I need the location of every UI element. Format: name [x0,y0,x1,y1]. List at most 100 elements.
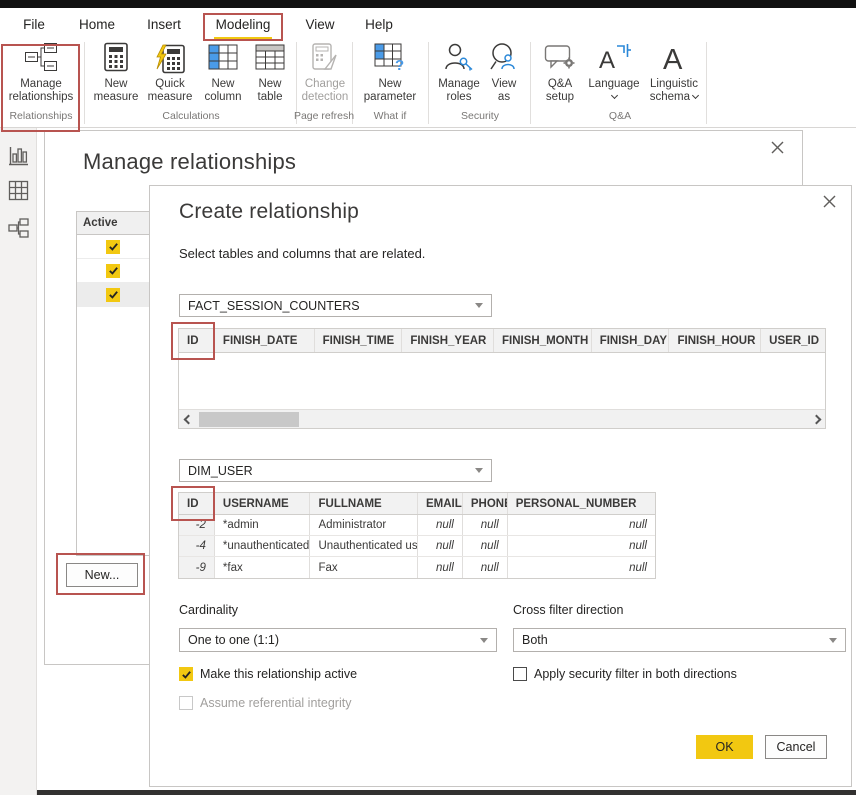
apply-security-filter-checkbox[interactable]: Apply security filter in both directions [513,667,737,681]
checkbox-unchecked-icon[interactable] [513,667,527,681]
cardinality-value: One to one (1:1) [188,633,279,647]
make-relationship-active-checkbox[interactable]: Make this relationship active [179,667,357,681]
cell-id: -4 [179,536,215,556]
tab-insert[interactable]: Insert [138,12,190,37]
quick-measure-icon [154,44,186,74]
cell-fullname: Fax [310,557,418,578]
data-view-icon[interactable] [8,180,29,201]
tab-file[interactable]: File [12,12,56,37]
scrollbar-track[interactable] [197,410,807,429]
cell-id: -2 [179,515,215,535]
chevron-down-icon [610,92,617,99]
new-parameter-icon: ? [374,43,406,76]
language-button[interactable]: A Language [586,40,642,114]
active-checkbox[interactable] [106,264,120,278]
cell-username: *unauthenticated [215,536,311,556]
cell-email: null [418,536,463,556]
column-header[interactable]: USERNAME [215,493,311,514]
table-row[interactable]: -9 *fax Fax null null null [179,557,655,578]
close-icon[interactable] [770,140,786,156]
scroll-left-icon[interactable] [179,410,197,429]
column-header[interactable]: FINISH_MONTH [494,329,592,352]
qa-setup-button[interactable]: Q&A setup [537,40,583,114]
chevron-down-icon [692,92,699,99]
column-header[interactable]: ID [179,329,215,352]
cell-id: -9 [179,557,215,578]
active-checkbox[interactable] [106,288,120,302]
report-view-icon[interactable] [8,146,29,167]
new-relationship-button[interactable]: New... [66,563,138,587]
cardinality-dropdown[interactable]: One to one (1:1) [179,628,497,652]
group-label-relationships: Relationships [2,110,80,124]
tab-view[interactable]: View [297,12,343,37]
manage-relationships-label: Manage relationships [2,78,80,104]
create-dialog-title: Create relationship [179,200,359,224]
column-header[interactable]: FINISH_TIME [315,329,403,352]
manage-relationships-button[interactable]: Manage relationships [2,40,80,114]
column-header[interactable]: FINISH_HOUR [669,329,761,352]
group-label-calculations: Calculations [90,110,292,124]
active-checkbox[interactable] [106,240,120,254]
group-label-security: Security [434,110,526,124]
column-header[interactable]: FINISH_DAY [592,329,670,352]
new-table-button[interactable]: New table [249,40,291,114]
column-header[interactable]: FINISH_YEAR [402,329,494,352]
manage-dialog-title: Manage relationships [83,149,296,175]
fact-table-header-row: ID FINISH_DATE FINISH_TIME FINISH_YEAR F… [179,329,825,353]
tab-home[interactable]: Home [72,12,122,37]
relationship-row[interactable] [77,259,149,283]
cross-filter-label: Cross filter direction [513,603,623,617]
checkbox-checked-icon[interactable] [179,667,193,681]
dim-table-dropdown-value: DIM_USER [188,464,253,478]
table-row[interactable]: -2 *admin Administrator null null null [179,515,655,536]
checkbox-disabled-icon [179,696,193,710]
manage-roles-button[interactable]: Manage roles [434,40,484,114]
new-measure-button[interactable]: New measure [90,40,142,114]
model-view-icon[interactable] [8,218,29,239]
window-titlebar [0,0,856,8]
new-column-button[interactable]: New column [198,40,248,114]
tab-help[interactable]: Help [357,12,401,37]
powerbi-window: File Home Insert Modeling View Help [0,0,856,795]
column-header[interactable]: PERSONAL_NUMBER [508,493,655,514]
cell-phone: null [463,536,508,556]
language-label: Language [586,78,642,104]
linguistic-schema-button[interactable]: A Linguistic schema [643,40,705,114]
cell-username: *admin [215,515,311,535]
column-header[interactable]: FINISH_DATE [215,329,315,352]
column-header[interactable]: FULLNAME [310,493,418,514]
tab-modeling[interactable]: Modeling [206,12,280,37]
scroll-right-icon[interactable] [807,410,825,429]
linguistic-schema-label: Linguistic schema [643,78,705,104]
column-header[interactable]: EMAIL [418,493,463,514]
qa-setup-icon [544,43,576,76]
cell-email: null [418,557,463,578]
cancel-button[interactable]: Cancel [765,735,827,759]
new-parameter-button[interactable]: ? New parameter [358,40,422,114]
column-header[interactable]: USER_ID [761,329,825,352]
fact-table-scrollbar[interactable] [179,409,825,428]
relationships-icon [23,42,59,77]
create-dialog-subtitle: Select tables and columns that are relat… [179,246,425,261]
cell-phone: null [463,515,508,535]
column-header[interactable]: ID [179,493,215,514]
group-label-what-if: What if [358,110,422,124]
relationship-row-selected[interactable] [77,283,149,307]
cross-filter-dropdown[interactable]: Both [513,628,846,652]
relationship-row[interactable] [77,235,149,259]
status-bar [37,790,856,795]
close-icon[interactable] [822,194,838,210]
fact-table-dropdown[interactable]: FACT_SESSION_COUNTERS [179,294,492,317]
column-header[interactable]: PHONE [463,493,508,514]
view-as-button[interactable]: View as [485,40,523,114]
dim-table-dropdown[interactable]: DIM_USER [179,459,492,482]
ribbon: File Home Insert Modeling View Help [0,8,856,128]
ok-button[interactable]: OK [696,735,753,759]
cell-email: null [418,515,463,535]
quick-measure-button[interactable]: Quick measure [143,40,197,114]
table-row[interactable]: -4 *unauthenticated Unauthenticated user… [179,536,655,557]
tab-modeling-label: Modeling [216,17,271,32]
scrollbar-thumb[interactable] [199,412,299,427]
change-detection-icon [310,42,340,77]
linguistic-schema-icon: A [661,42,687,77]
